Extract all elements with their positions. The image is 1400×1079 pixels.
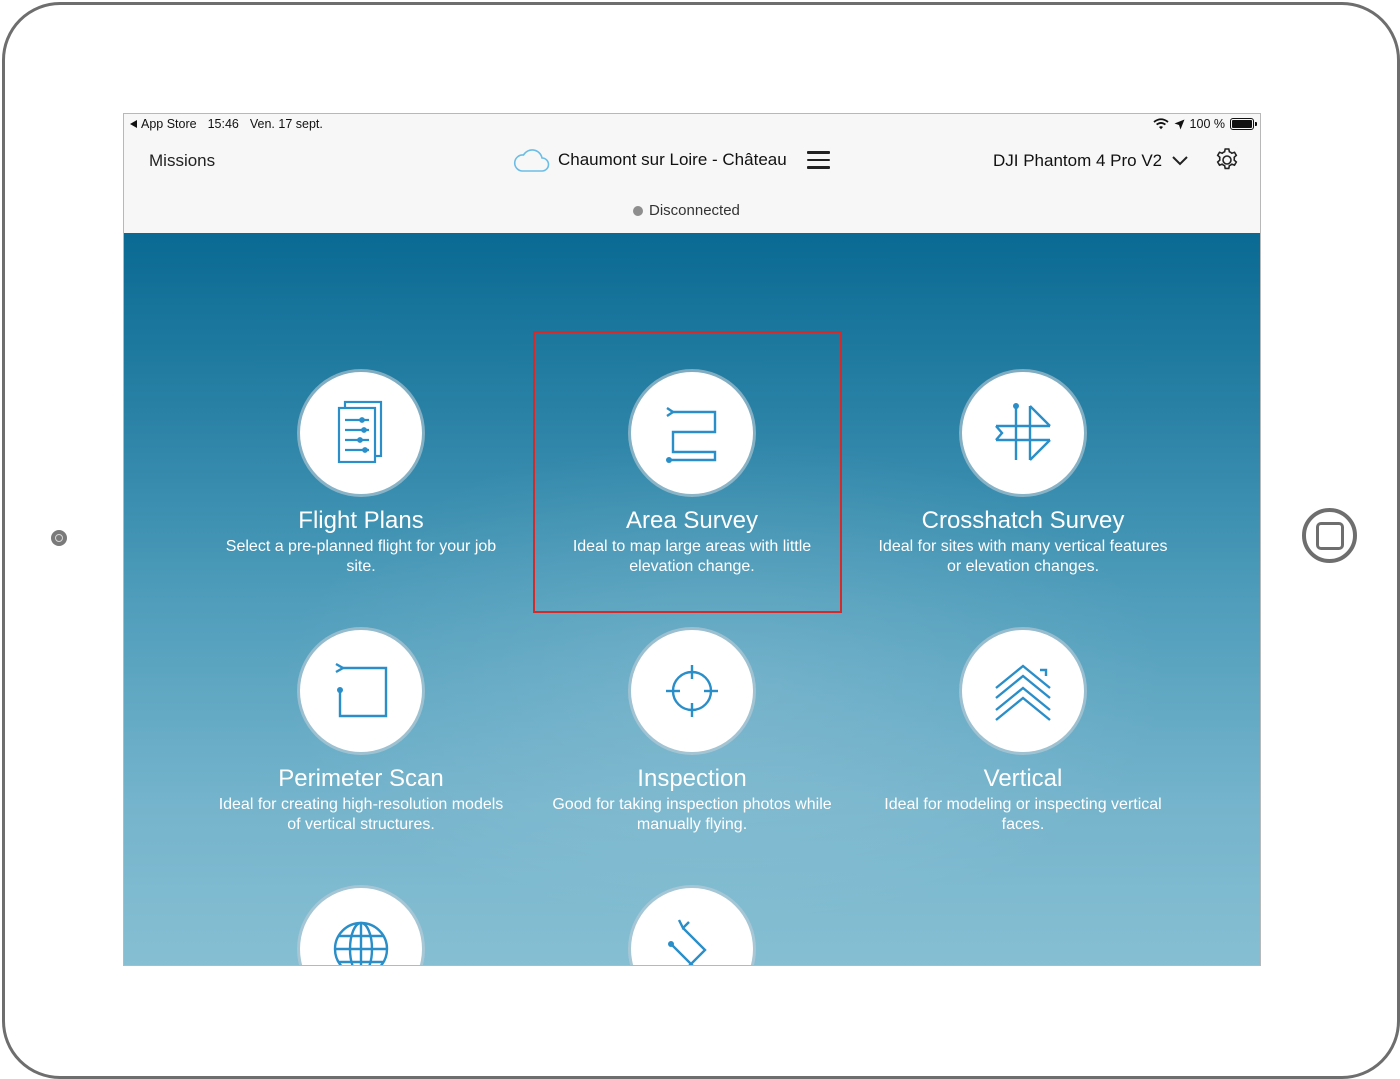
cloud-icon xyxy=(513,149,550,172)
connection-status-text: Disconnected xyxy=(649,202,740,219)
globe-icon-circle xyxy=(300,888,422,965)
camera-icon xyxy=(51,530,67,546)
status-date: Ven. 17 sept. xyxy=(249,117,323,131)
menu-icon[interactable] xyxy=(806,151,830,169)
tile-title: Inspection xyxy=(637,765,747,792)
zigzag-path-icon xyxy=(668,919,707,965)
tile-description: Good for taking inspection photos while … xyxy=(552,796,832,833)
perimeter-square-icon xyxy=(335,662,388,718)
drone-name: DJI Phantom 4 Pro V2 xyxy=(993,151,1163,170)
app-screen: App Store 15:46 Ven. 17 sept. 100 % Miss… xyxy=(123,113,1261,966)
mission-types-panel: Flight Plans Select a pre-planned flight… xyxy=(124,233,1260,965)
tile-description: Ideal for creating high-resolution model… xyxy=(218,796,504,833)
tile-vertical[interactable]: Vertical Ideal for modeling or inspectin… xyxy=(873,630,1173,835)
back-to-app-link[interactable]: App Store xyxy=(130,117,197,131)
drone-selector[interactable]: DJI Phantom 4 Pro V2 xyxy=(993,151,1188,171)
status-bar: App Store 15:46 Ven. 17 sept. 100 % xyxy=(124,114,1260,134)
area-survey-highlight xyxy=(533,331,842,613)
tile-title: Flight Plans xyxy=(298,507,424,534)
tile-inspection[interactable]: Inspection Good for taking inspection ph… xyxy=(542,630,842,835)
gear-icon[interactable] xyxy=(1214,147,1240,173)
tile-title: Vertical xyxy=(983,765,1063,792)
flight-plans-icon-circle xyxy=(300,372,422,494)
location-arrow-icon xyxy=(1174,119,1185,129)
tile-description: Select a pre-planned flight for your job… xyxy=(225,538,497,575)
inspection-icon-circle xyxy=(631,630,753,752)
status-time: 15:46 xyxy=(207,117,239,131)
tile-description: Ideal for sites with many vertical featu… xyxy=(878,538,1168,575)
battery-icon xyxy=(1230,118,1257,130)
chevron-down-icon xyxy=(1172,156,1188,166)
top-bar: App Store 15:46 Ven. 17 sept. 100 % Miss… xyxy=(124,114,1260,233)
documents-icon xyxy=(337,400,383,464)
zigzag-icon-circle xyxy=(631,888,753,965)
crosshatch-grid-icon xyxy=(995,403,1051,461)
tile-title: Crosshatch Survey xyxy=(921,507,1125,534)
back-arrow-icon xyxy=(130,120,137,128)
crosshair-target-icon xyxy=(666,665,718,717)
wifi-icon xyxy=(1152,118,1169,130)
crosshatch-icon-circle xyxy=(962,372,1084,494)
vertical-chevrons-icon xyxy=(995,664,1051,721)
missions-button[interactable]: Missions xyxy=(149,151,215,171)
battery-percentage: 100 % xyxy=(1189,117,1225,131)
tile-crosshatch-survey[interactable]: Crosshatch Survey Ideal for sites with m… xyxy=(873,372,1173,577)
connection-status: Disconnected xyxy=(633,202,740,219)
tile-flight-plans[interactable]: Flight Plans Select a pre-planned flight… xyxy=(211,372,511,577)
site-title-group: Chaumont sur Loire - Château xyxy=(512,146,830,174)
tile-title: Perimeter Scan xyxy=(278,765,444,792)
tile-globe-mission[interactable] xyxy=(211,888,511,965)
home-button[interactable] xyxy=(1302,508,1357,563)
tile-perimeter-scan[interactable]: Perimeter Scan Ideal for creating high-r… xyxy=(211,630,511,835)
tile-zigzag-mission[interactable] xyxy=(542,888,842,965)
tile-description: Ideal for modeling or inspecting vertica… xyxy=(884,796,1162,833)
status-dot-icon xyxy=(633,205,643,216)
site-name[interactable]: Chaumont sur Loire - Château xyxy=(558,150,787,170)
perimeter-scan-icon-circle xyxy=(300,630,422,752)
vertical-icon-circle xyxy=(962,630,1084,752)
globe-icon xyxy=(333,921,389,965)
